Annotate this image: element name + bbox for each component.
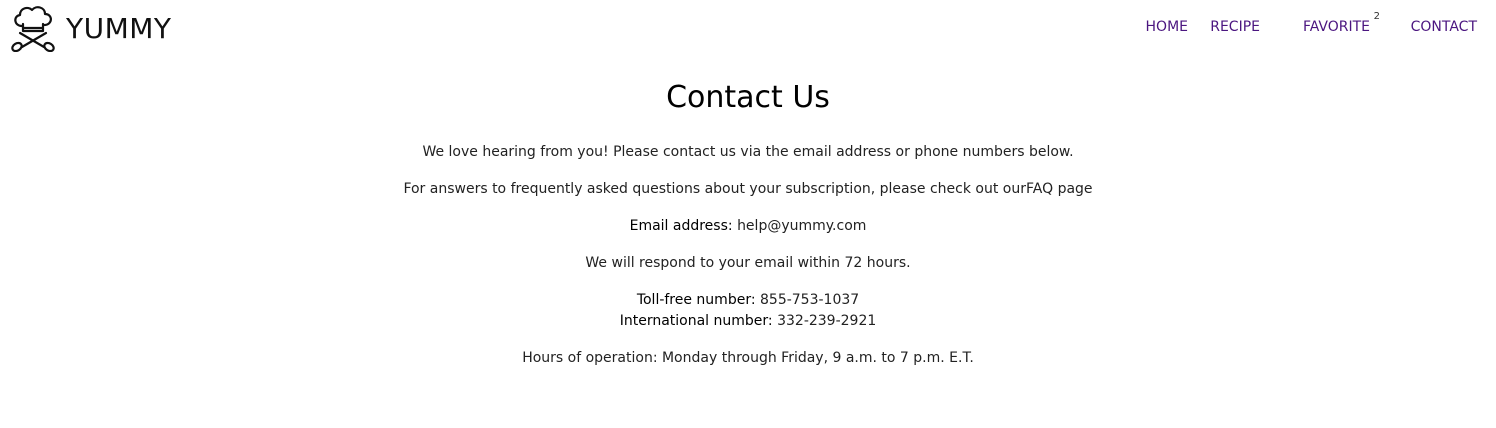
page-title: Contact Us xyxy=(666,80,830,115)
tollfree-label: Toll-free number: xyxy=(636,292,756,308)
international-label: International number: xyxy=(619,313,773,329)
chef-hat-crossed-spoons-icon xyxy=(11,6,55,52)
faq-link[interactable]: FAQ page xyxy=(1026,181,1093,197)
nav-home[interactable]: HOME xyxy=(1146,19,1188,35)
faq-prefix: For answers to frequently asked question… xyxy=(403,181,1026,197)
faq-text: For answers to frequently asked question… xyxy=(0,181,1496,197)
nav-contact[interactable]: CONTACT xyxy=(1411,19,1477,35)
nav-favorite-label: FAVORITE xyxy=(1302,19,1370,35)
email-label: Email address: xyxy=(629,218,733,234)
favorite-count-badge: 2 xyxy=(1373,11,1380,22)
international-line: International number: 332-239-2921 xyxy=(0,313,1496,329)
email-value[interactable]: help@yummy.com xyxy=(737,218,866,234)
response-note: We will respond to your email within 72 … xyxy=(585,255,911,271)
brand[interactable]: YUMMY xyxy=(8,4,172,52)
international-value: 332-239-2921 xyxy=(777,313,877,329)
email-line: Email address: help@yummy.com xyxy=(0,218,1496,234)
brand-name: YUMMY xyxy=(66,11,172,45)
intro-text: We love hearing from you! Please contact… xyxy=(422,144,1074,160)
hours-text: Hours of operation: Monday through Frida… xyxy=(522,350,974,366)
nav-recipe[interactable]: RECIPE xyxy=(1210,19,1260,35)
nav-favorite[interactable]: FAVORITE 2 xyxy=(1302,11,1380,35)
tollfree-value: 855-753-1037 xyxy=(760,292,860,308)
tollfree-line: Toll-free number: 855-753-1037 xyxy=(0,292,1496,308)
site-header: YUMMY HOME RECIPE FAVORITE 2 CONTACT xyxy=(0,0,1496,56)
